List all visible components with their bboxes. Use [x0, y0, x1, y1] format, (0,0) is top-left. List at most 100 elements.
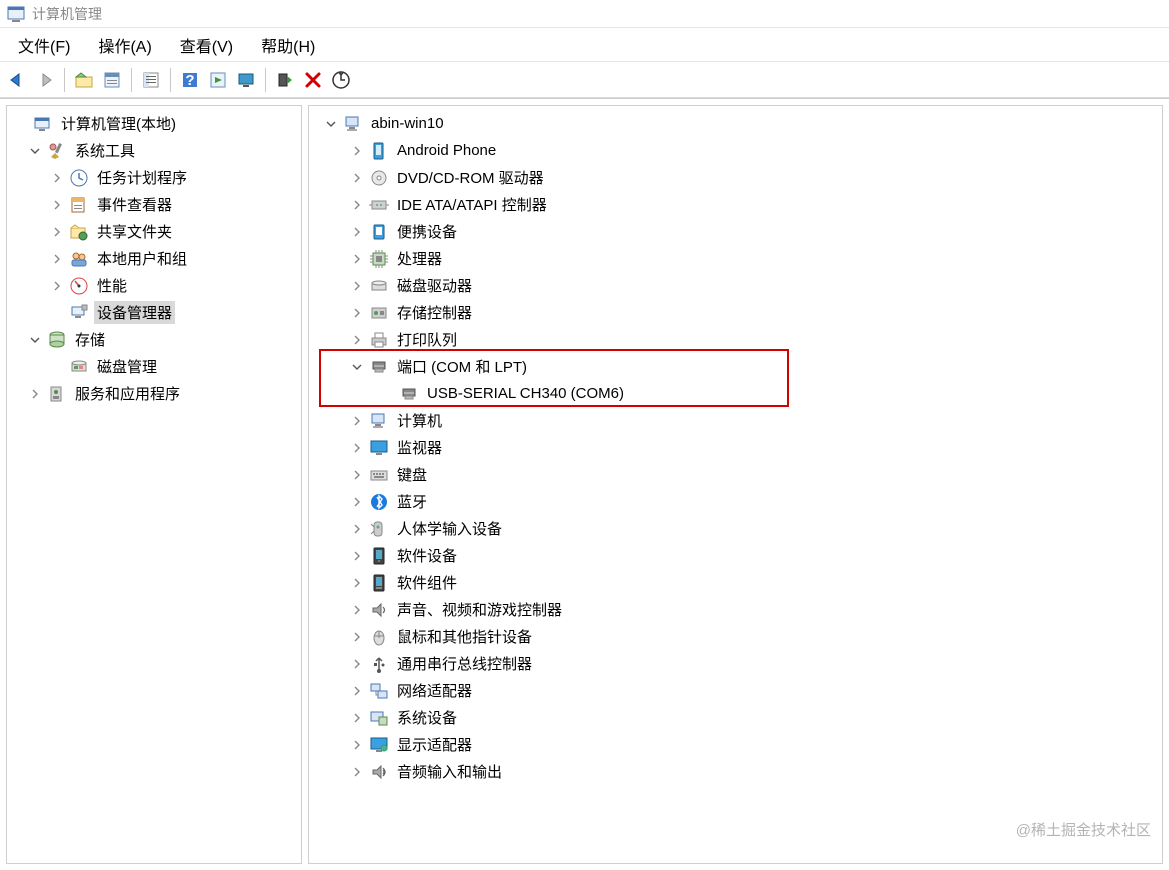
monitor-dev-icon	[369, 438, 389, 458]
device-label: 计算机	[394, 409, 445, 432]
expand-icon[interactable]	[50, 225, 64, 239]
device-tree-pane: abin-win10 Android Phone DVD/CD-ROM 驱动器ID…	[308, 105, 1163, 864]
expand-icon[interactable]	[350, 765, 364, 779]
tree-item[interactable]: 性能	[9, 272, 299, 299]
enable-device-button[interactable]	[272, 67, 298, 93]
tree-item[interactable]: 事件查看器	[9, 191, 299, 218]
device-category[interactable]: 人体学输入设备	[311, 515, 1160, 542]
expand-icon[interactable]	[350, 657, 364, 671]
expand-icon[interactable]	[350, 468, 364, 482]
device-label: 便携设备	[394, 220, 460, 243]
device-category[interactable]: 音频输入和输出	[311, 758, 1160, 785]
expand-icon[interactable]	[350, 171, 364, 185]
expand-icon[interactable]	[350, 279, 364, 293]
device-category[interactable]: 蓝牙	[311, 488, 1160, 515]
tree-label: 存储	[72, 328, 108, 351]
hid-icon	[369, 519, 389, 539]
forward-button[interactable]	[32, 67, 58, 93]
tree-item[interactable]: 共享文件夹	[9, 218, 299, 245]
expand-icon[interactable]	[50, 171, 64, 185]
device-label: 蓝牙	[394, 490, 430, 513]
device-category[interactable]: 监视器	[311, 434, 1160, 461]
expand-icon[interactable]	[50, 252, 64, 266]
expand-icon[interactable]	[350, 738, 364, 752]
expand-icon[interactable]	[350, 684, 364, 698]
device-root[interactable]: abin-win10	[311, 110, 1160, 137]
menu-help[interactable]: 帮助(H)	[247, 29, 329, 61]
device-label: Android Phone	[394, 141, 499, 160]
sound-icon	[369, 600, 389, 620]
expand-icon[interactable]	[50, 198, 64, 212]
collapse-icon[interactable]	[324, 117, 338, 131]
port-icon	[369, 357, 389, 377]
scan-hardware-button[interactable]	[328, 67, 354, 93]
expand-icon[interactable]	[350, 603, 364, 617]
device-category[interactable]: 打印队列	[311, 326, 1160, 353]
expand-icon[interactable]	[350, 549, 364, 563]
collapse-icon[interactable]	[350, 360, 364, 374]
device-category[interactable]: 网络适配器	[311, 677, 1160, 704]
expand-icon[interactable]	[350, 441, 364, 455]
expand-icon[interactable]	[50, 279, 64, 293]
expand-icon[interactable]	[350, 414, 364, 428]
device-category[interactable]: 鼠标和其他指针设备	[311, 623, 1160, 650]
uninstall-device-button[interactable]	[300, 67, 326, 93]
device-category[interactable]: 便携设备	[311, 218, 1160, 245]
expand-icon[interactable]	[28, 387, 42, 401]
remote-computer-button[interactable]	[233, 67, 259, 93]
device-category[interactable]: 键盘	[311, 461, 1160, 488]
expand-icon[interactable]	[350, 225, 364, 239]
help-button[interactable]: ?	[177, 67, 203, 93]
up-level-button[interactable]	[71, 67, 97, 93]
device-category[interactable]: Android Phone	[311, 137, 1160, 164]
expand-icon[interactable]	[350, 252, 364, 266]
expand-icon[interactable]	[350, 576, 364, 590]
expand-icon[interactable]	[350, 495, 364, 509]
menu-file[interactable]: 文件(F)	[4, 29, 84, 61]
show-hide-button[interactable]	[138, 67, 164, 93]
device-category[interactable]: 端口 (COM 和 LPT)	[311, 353, 1160, 380]
expand-icon[interactable]	[350, 711, 364, 725]
device-category[interactable]: 声音、视频和游戏控制器	[311, 596, 1160, 623]
menu-action[interactable]: 操作(A)	[84, 29, 165, 61]
tree-system-tools[interactable]: 系统工具	[9, 137, 299, 164]
device-category[interactable]: 通用串行总线控制器	[311, 650, 1160, 677]
svg-text:?: ?	[185, 72, 194, 89]
menu-view[interactable]: 查看(V)	[166, 29, 247, 61]
device-category[interactable]: 磁盘驱动器	[311, 272, 1160, 299]
tree-root-computer-management[interactable]: 计算机管理(本地)	[9, 110, 299, 137]
device-category[interactable]: 软件设备	[311, 542, 1160, 569]
device-category[interactable]: 显示适配器	[311, 731, 1160, 758]
expand-icon[interactable]	[350, 144, 364, 158]
swcomp-icon	[369, 573, 389, 593]
properties-button[interactable]	[99, 67, 125, 93]
device-label: 磁盘驱动器	[394, 274, 475, 297]
device-category[interactable]: 处理器	[311, 245, 1160, 272]
expand-icon[interactable]	[350, 306, 364, 320]
back-button[interactable]	[4, 67, 30, 93]
expand-icon[interactable]	[350, 522, 364, 536]
expand-icon[interactable]	[350, 333, 364, 347]
device-category[interactable]: IDE ATA/ATAPI 控制器	[311, 191, 1160, 218]
action-pane-button[interactable]	[205, 67, 231, 93]
collapse-icon[interactable]	[28, 333, 42, 347]
device-category[interactable]: 系统设备	[311, 704, 1160, 731]
tree-storage[interactable]: 存储	[9, 326, 299, 353]
usb-icon	[369, 654, 389, 674]
tree-item[interactable]: 磁盘管理	[9, 353, 299, 380]
tree-item[interactable]: 设备管理器	[9, 299, 299, 326]
device-category[interactable]: 存储控制器	[311, 299, 1160, 326]
tree-item[interactable]: 任务计划程序	[9, 164, 299, 191]
tree-services-apps[interactable]: 服务和应用程序	[9, 380, 299, 407]
computer-icon	[343, 114, 363, 134]
expand-icon[interactable]	[350, 198, 364, 212]
tree-item[interactable]: 本地用户和组	[9, 245, 299, 272]
collapse-icon[interactable]	[28, 144, 42, 158]
toolbar-separator	[64, 68, 65, 92]
device-label: 监视器	[394, 436, 445, 459]
expand-icon[interactable]	[350, 630, 364, 644]
device-item[interactable]: USB-SERIAL CH340 (COM6)	[311, 380, 1160, 407]
device-category[interactable]: DVD/CD-ROM 驱动器	[311, 164, 1160, 191]
device-category[interactable]: 软件组件	[311, 569, 1160, 596]
device-category[interactable]: 计算机	[311, 407, 1160, 434]
